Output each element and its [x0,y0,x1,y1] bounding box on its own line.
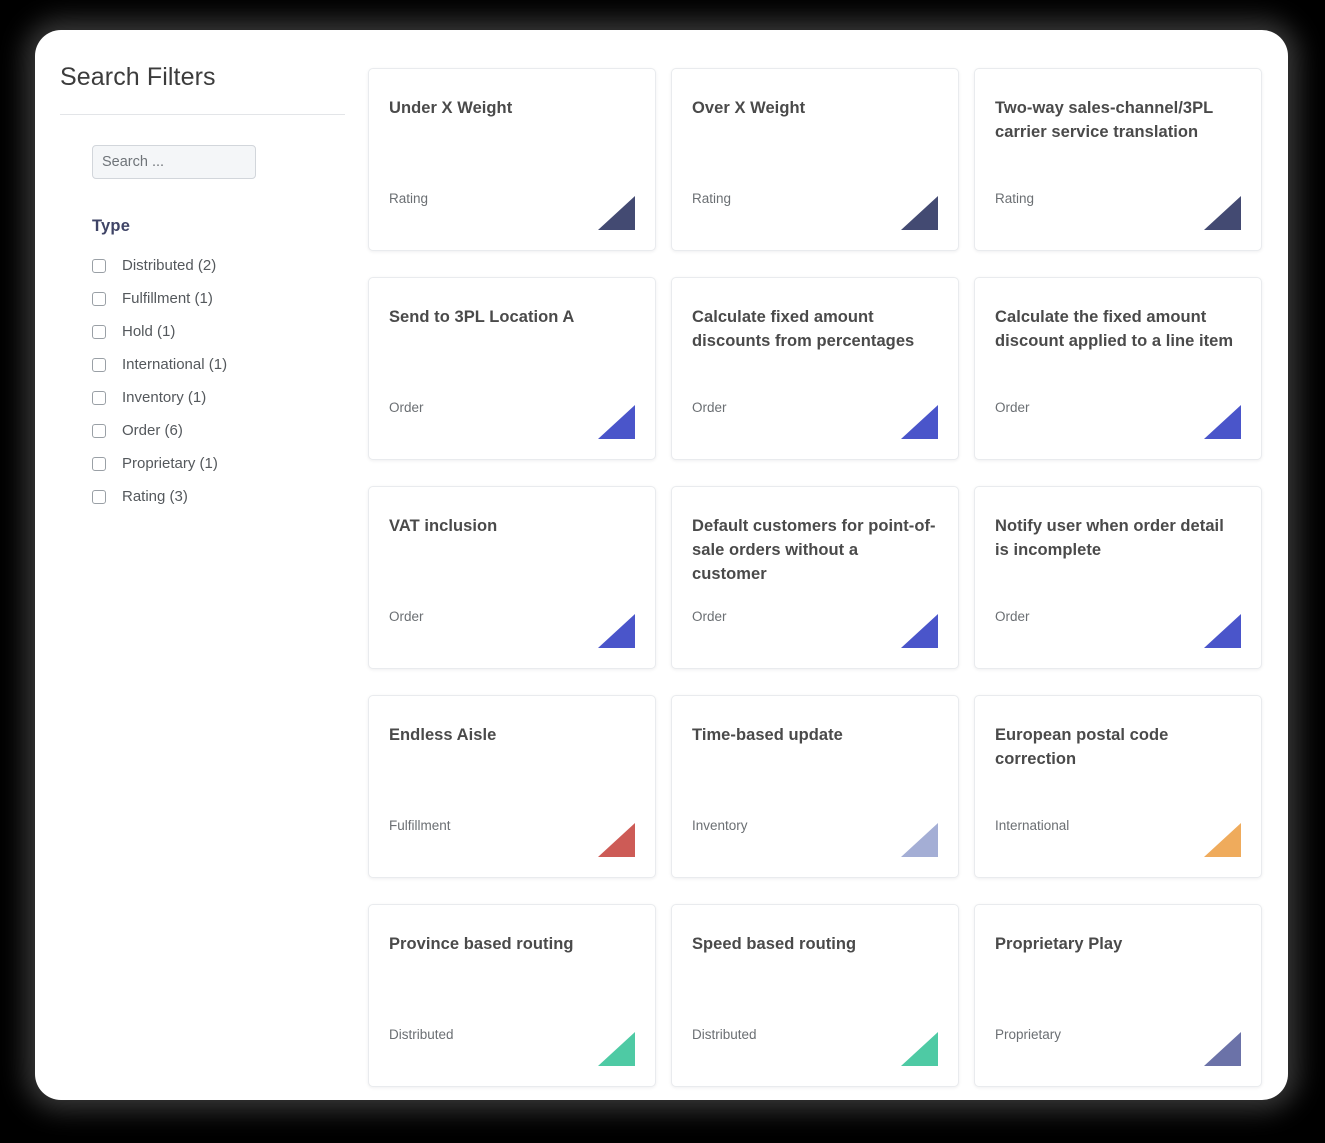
facet-group-title: Type [92,217,131,235]
result-card[interactable]: VAT inclusion Order [368,486,656,669]
corner-triangle-icon [901,823,938,857]
result-card[interactable]: Under X Weight Rating [368,68,656,251]
result-card[interactable]: Calculate fixed amount discounts from pe… [671,277,959,460]
facet-item-label: Distributed (2) [122,256,217,274]
checkbox-icon[interactable] [92,324,106,339]
result-card-type-label: Order [692,400,727,415]
result-card-title: Time-based update [692,726,843,744]
result-card-type-label: Order [995,400,1030,415]
result-card-title: Two-way sales-channel/3PL carrier servic… [995,99,1213,141]
result-card[interactable]: Default customers for point-of-sale orde… [671,486,959,669]
result-card-type-label: Order [995,609,1030,624]
search-filters-sidebar: Search Filters Type Distributed (2) Fulf… [35,30,345,1100]
result-card[interactable]: Send to 3PL Location A Order [368,277,656,460]
result-card-type-label: Rating [995,191,1035,206]
corner-triangle-icon [901,614,938,648]
checkbox-icon[interactable] [92,357,106,372]
search-input[interactable] [92,145,256,179]
facet-item-label: Inventory (1) [122,388,207,406]
result-card[interactable]: European postal code correction Internati… [974,695,1262,878]
corner-triangle-icon [1204,614,1241,648]
corner-triangle-icon [598,1032,635,1066]
result-card-type-label: Rating [389,191,429,206]
result-card-type-label: Order [389,400,424,415]
checkbox-icon[interactable] [92,258,106,273]
facet-item-label: Hold (1) [122,322,176,340]
result-card[interactable]: Notify user when order detail is incompl… [974,486,1262,669]
facet-item-hold[interactable]: Hold (1) [92,315,305,348]
result-card-type-label: International [995,818,1070,833]
checkbox-icon[interactable] [92,423,106,438]
result-card-title: European postal code correction [995,726,1169,768]
checkbox-icon[interactable] [92,291,106,306]
facet-item-order[interactable]: Order (6) [92,414,305,447]
checkbox-icon[interactable] [92,456,106,471]
facet-item-inventory[interactable]: Inventory (1) [92,381,305,414]
corner-triangle-icon [598,823,635,857]
facet-item-label: Proprietary (1) [122,454,218,472]
corner-triangle-icon [1204,405,1241,439]
corner-triangle-icon [598,196,635,230]
result-card[interactable]: Two-way sales-channel/3PL carrier servic… [974,68,1262,251]
result-card-title: Calculate fixed amount discounts from pe… [692,308,915,350]
result-card-title: Send to 3PL Location A [389,308,575,326]
corner-triangle-icon [901,1032,938,1066]
result-card-type-label: Distributed [389,1027,454,1042]
facet-item-distributed[interactable]: Distributed (2) [92,249,305,282]
results-card-grid: Under X Weight Rating Over X Weight Rating T… [368,68,1262,1087]
result-card-title: Endless Aisle [389,726,497,744]
checkbox-icon[interactable] [92,489,106,504]
result-card[interactable]: Proprietary Play Proprietary [974,904,1262,1087]
screen-root: Search Filters Type Distributed (2) Fulf… [0,0,1325,1143]
result-card-title: Default customers for point-of-sale orde… [692,517,936,583]
app-panel: Search Filters Type Distributed (2) Fulf… [35,30,1288,1100]
results-area: Under X Weight Rating Over X Weight Rating T… [335,30,1288,1100]
result-card-title: Speed based routing [692,935,857,953]
result-card[interactable]: Over X Weight Rating [671,68,959,251]
result-card-title: Over X Weight [692,99,806,117]
result-card[interactable]: Speed based routing Distributed [671,904,959,1087]
corner-triangle-icon [1204,823,1241,857]
result-card-title: Calculate the fixed amount discount appl… [995,308,1234,350]
facet-item-label: Order (6) [122,421,183,439]
sidebar-divider [60,114,345,115]
facet-item-rating[interactable]: Rating (3) [92,480,305,513]
result-card-title: VAT inclusion [389,517,498,535]
result-card-title: Proprietary Play [995,935,1123,953]
result-card[interactable]: Time-based update Inventory [671,695,959,878]
result-card-type-label: Inventory [692,818,748,833]
facet-item-label: International (1) [122,355,228,373]
facet-item-international[interactable]: International (1) [92,348,305,381]
result-card-type-label: Order [692,609,727,624]
facet-list: Distributed (2) Fulfillment (1) Hold (1)… [92,249,305,513]
result-card-type-label: Distributed [692,1027,757,1042]
result-card-type-label: Rating [692,191,732,206]
corner-triangle-icon [901,405,938,439]
corner-triangle-icon [598,614,635,648]
facet-item-fulfillment[interactable]: Fulfillment (1) [92,282,305,315]
result-card-title: Province based routing [389,935,574,953]
facet-item-label: Fulfillment (1) [122,289,213,307]
corner-triangle-icon [901,196,938,230]
result-card[interactable]: Calculate the fixed amount discount appl… [974,277,1262,460]
result-card-type-label: Fulfillment [389,818,451,833]
checkbox-icon[interactable] [92,390,106,405]
corner-triangle-icon [598,405,635,439]
corner-triangle-icon [1204,196,1241,230]
result-card[interactable]: Endless Aisle Fulfillment [368,695,656,878]
result-card[interactable]: Province based routing Distributed [368,904,656,1087]
facet-item-label: Rating (3) [122,487,188,505]
facet-item-proprietary[interactable]: Proprietary (1) [92,447,305,480]
result-card-type-label: Order [389,609,424,624]
result-card-title: Notify user when order detail is incompl… [995,517,1224,559]
sidebar-title: Search Filters [60,63,216,91]
result-card-type-label: Proprietary [995,1027,1062,1042]
result-card-title: Under X Weight [389,99,513,117]
corner-triangle-icon [1204,1032,1241,1066]
